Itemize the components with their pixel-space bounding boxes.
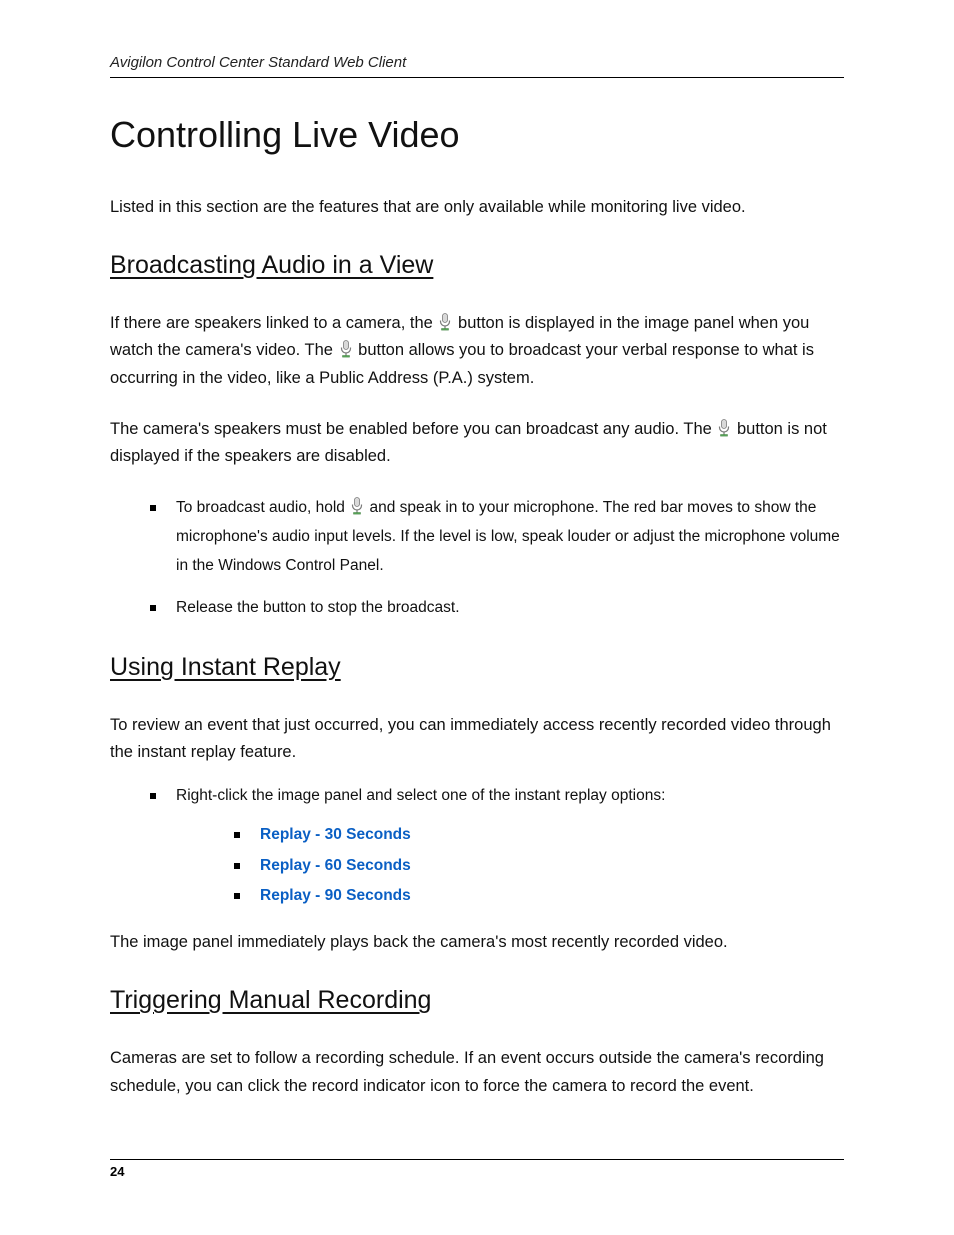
page-footer: 24 <box>110 1159 844 1179</box>
section2-paragraph1: To review an event that just occurred, y… <box>110 712 844 766</box>
intro-paragraph: Listed in this section are the features … <box>110 194 844 221</box>
footer-rule <box>110 1159 844 1160</box>
list-item: To broadcast audio, hold and speak in to… <box>150 494 844 580</box>
page-number: 24 <box>110 1164 844 1179</box>
replay-option: Replay - 30 Seconds <box>260 826 411 843</box>
section1-paragraph2: The camera's speakers must be enabled be… <box>110 416 844 470</box>
replay-options-list: Replay - 30 Seconds Replay - 60 Seconds … <box>176 821 844 911</box>
section-heading-manual-recording: Triggering Manual Recording <box>110 986 844 1015</box>
text-fragment: Right-click the image panel and select o… <box>176 787 665 804</box>
section1-bullet-list: To broadcast audio, hold and speak in to… <box>110 494 844 623</box>
microphone-icon <box>339 340 353 358</box>
replay-option: Replay - 90 Seconds <box>260 887 411 904</box>
list-item: Replay - 60 Seconds <box>234 852 844 881</box>
text-fragment: To broadcast audio, hold <box>176 499 349 516</box>
section2-bullet-list: Right-click the image panel and select o… <box>110 782 844 911</box>
section-heading-instant-replay: Using Instant Replay <box>110 653 844 682</box>
list-item: Replay - 30 Seconds <box>234 821 844 850</box>
section1-paragraph1: If there are speakers linked to a camera… <box>110 310 844 392</box>
list-item: Release the button to stop the broadcast… <box>150 594 844 623</box>
list-item: Right-click the image panel and select o… <box>150 782 844 911</box>
microphone-icon <box>438 313 452 331</box>
text-fragment: The camera's speakers must be enabled be… <box>110 420 716 438</box>
section-heading-broadcasting: Broadcasting Audio in a View <box>110 251 844 280</box>
microphone-icon <box>717 419 731 437</box>
document-page: Avigilon Control Center Standard Web Cli… <box>0 0 954 1235</box>
section2-paragraph2: The image panel immediately plays back t… <box>110 929 844 956</box>
running-header: Avigilon Control Center Standard Web Cli… <box>110 54 844 77</box>
text-fragment: If there are speakers linked to a camera… <box>110 314 437 332</box>
section3-paragraph1: Cameras are set to follow a recording sc… <box>110 1045 844 1099</box>
page-title: Controlling Live Video <box>110 114 844 156</box>
microphone-icon <box>350 497 364 515</box>
replay-option: Replay - 60 Seconds <box>260 857 411 874</box>
header-rule <box>110 77 844 78</box>
list-item: Replay - 90 Seconds <box>234 882 844 911</box>
